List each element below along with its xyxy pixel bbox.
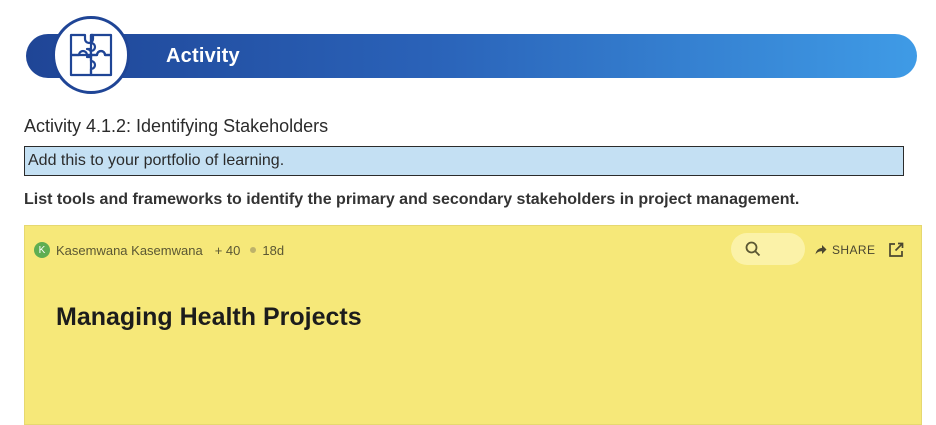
activity-banner: Activity <box>26 34 917 78</box>
portfolio-note: Add this to your portfolio of learning. <box>24 146 904 176</box>
banner-title: Activity <box>166 45 240 67</box>
author-name[interactable]: Kasemwana Kasemwana <box>56 243 203 258</box>
open-external-icon[interactable] <box>887 241 905 259</box>
activity-heading: Activity 4.1.2: Identifying Stakeholders <box>24 116 329 136</box>
share-label: SHARE <box>832 243 876 257</box>
board-title: Managing Health Projects <box>56 303 362 331</box>
share-button[interactable]: SHARE <box>815 241 875 259</box>
board-age: 18d <box>262 242 285 258</box>
share-arrow-icon <box>815 245 827 255</box>
search-button[interactable] <box>731 233 805 265</box>
separator-dot <box>250 247 257 253</box>
plus-count: + 40 <box>214 242 241 258</box>
activity-instruction: List tools and frameworks to identify th… <box>24 191 800 208</box>
avatar[interactable]: K <box>34 242 50 258</box>
puzzle-icon <box>52 16 130 94</box>
board-author-row: K Kasemwana Kasemwana + 40 18d <box>34 241 284 259</box>
search-icon <box>745 241 761 257</box>
padlet-board: K Kasemwana Kasemwana + 40 18d SHARE Man… <box>24 225 922 425</box>
